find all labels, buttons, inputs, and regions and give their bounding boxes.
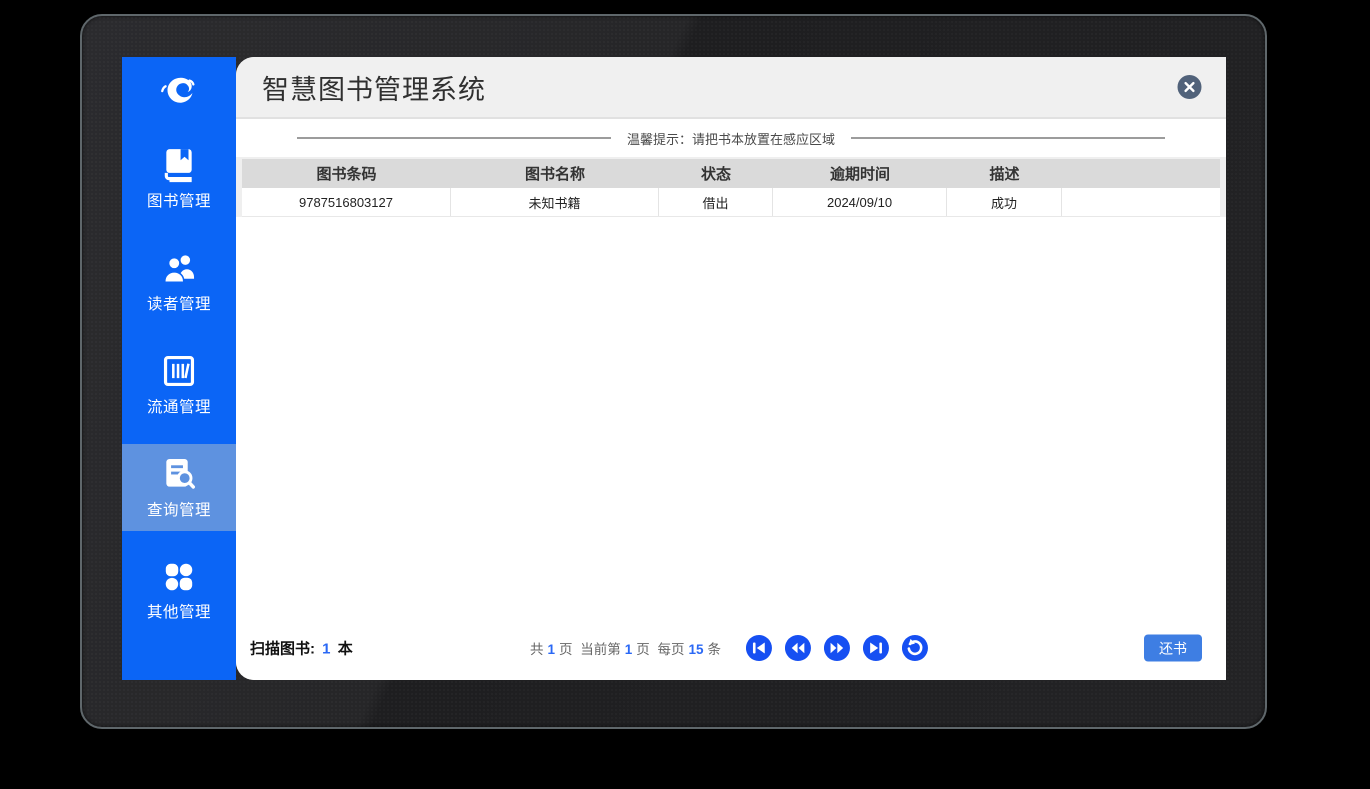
column-header-barcode: 图书条码 — [242, 159, 451, 188]
next-page-button[interactable] — [824, 635, 850, 661]
close-button[interactable] — [1177, 75, 1202, 100]
page-title: 智慧图书管理系统 — [262, 68, 486, 107]
pagination-per-page-unit: 条 — [708, 642, 722, 657]
pagination-per-page: 15 — [689, 642, 704, 657]
close-icon — [1177, 88, 1202, 103]
scan-count-label: 扫描图书: 1 本 — [250, 638, 353, 659]
sidebar-item-books[interactable]: 图书管理 — [122, 135, 236, 222]
tip-divider-right — [851, 137, 1165, 139]
screen: 图书管理 读者管理 — [0, 0, 1370, 789]
sidebar-item-label: 流通管理 — [147, 395, 211, 417]
book-icon — [160, 146, 198, 184]
tip-bar: 温馨提示：请把书本放置在感应区域 — [236, 119, 1226, 157]
prev-page-icon — [785, 635, 811, 661]
sidebar-item-circulation[interactable]: 流通管理 — [122, 341, 236, 428]
pagination-current-page: 1 — [625, 642, 633, 657]
swirl-logo-icon — [156, 71, 202, 122]
cell-book-name: 未知书籍 — [451, 188, 659, 216]
sidebar-item-query[interactable]: 查询管理 — [122, 444, 236, 531]
last-page-icon — [863, 635, 889, 661]
grid-icon — [161, 559, 197, 595]
cell-barcode: 9787516803127 — [242, 188, 451, 216]
table-header-row: 图书条码 图书名称 状态 逾期时间 描述 — [242, 159, 1220, 188]
scan-unit-text: 本 — [338, 641, 353, 658]
cell-overdue-time: 2024/09/10 — [773, 188, 947, 216]
pagination-per-page-prefix: 每页 — [658, 642, 685, 657]
tip-text: 温馨提示：请把书本放置在感应区域 — [627, 129, 835, 148]
readers-icon — [160, 249, 198, 287]
first-page-button[interactable] — [746, 635, 772, 661]
sidebar-item-label: 其他管理 — [147, 600, 211, 622]
return-book-button[interactable]: 还书 — [1144, 635, 1202, 662]
column-header-description: 描述 — [947, 159, 1062, 188]
sidebar-item-label: 图书管理 — [147, 189, 211, 211]
pagination: 共1页 当前第1页 每页15条 — [528, 635, 934, 661]
cell-status: 借出 — [659, 188, 773, 216]
last-page-button[interactable] — [863, 635, 889, 661]
cell-description: 成功 — [947, 188, 1062, 216]
pagination-total-prefix: 共 — [530, 642, 544, 657]
scan-count-value: 1 — [322, 641, 330, 658]
scan-label-text: 扫描图书: — [250, 641, 315, 658]
sidebar-item-readers[interactable]: 读者管理 — [122, 238, 236, 325]
document-search-icon — [160, 455, 198, 493]
app-window: 图书管理 读者管理 — [122, 57, 1226, 680]
sidebar-item-label: 查询管理 — [147, 498, 211, 520]
title-bar: 智慧图书管理系统 — [236, 57, 1226, 119]
pagination-total-unit: 页 — [559, 642, 573, 657]
pagination-summary: 共1页 当前第1页 每页15条 — [528, 638, 723, 658]
column-header-empty — [1062, 159, 1220, 188]
column-header-book-name: 图书名称 — [451, 159, 659, 188]
table-body-area: 扫描图书: 1 本 共1页 当前第1页 每页15条 — [236, 217, 1226, 680]
sidebar-item-label: 读者管理 — [147, 292, 211, 314]
bookshelf-icon — [160, 352, 198, 390]
first-page-icon — [746, 635, 772, 661]
refresh-button[interactable] — [902, 635, 928, 661]
table-row: 9787516803127 未知书籍 借出 2024/09/10 成功 — [242, 188, 1220, 217]
main-panel: 智慧图书管理系统 温馨提示：请把书本放置在感应区域 图书条 — [236, 57, 1226, 680]
refresh-icon — [902, 635, 928, 661]
pagination-total-pages: 1 — [547, 642, 555, 657]
sidebar: 图书管理 读者管理 — [122, 57, 236, 680]
app-logo — [122, 57, 236, 135]
footer-bar: 扫描图书: 1 本 共1页 当前第1页 每页15条 — [236, 628, 1226, 668]
tip-divider-left — [297, 137, 611, 139]
next-page-icon — [824, 635, 850, 661]
pagination-current-prefix: 当前第 — [580, 642, 621, 657]
pagination-current-unit: 页 — [636, 642, 650, 657]
column-header-overdue-time: 逾期时间 — [773, 159, 947, 188]
sidebar-item-other[interactable]: 其他管理 — [122, 547, 236, 634]
books-table: 图书条码 图书名称 状态 逾期时间 描述 9787516803127 未知书籍 … — [236, 157, 1226, 217]
column-header-status: 状态 — [659, 159, 773, 188]
cell-empty — [1062, 188, 1220, 216]
prev-page-button[interactable] — [785, 635, 811, 661]
